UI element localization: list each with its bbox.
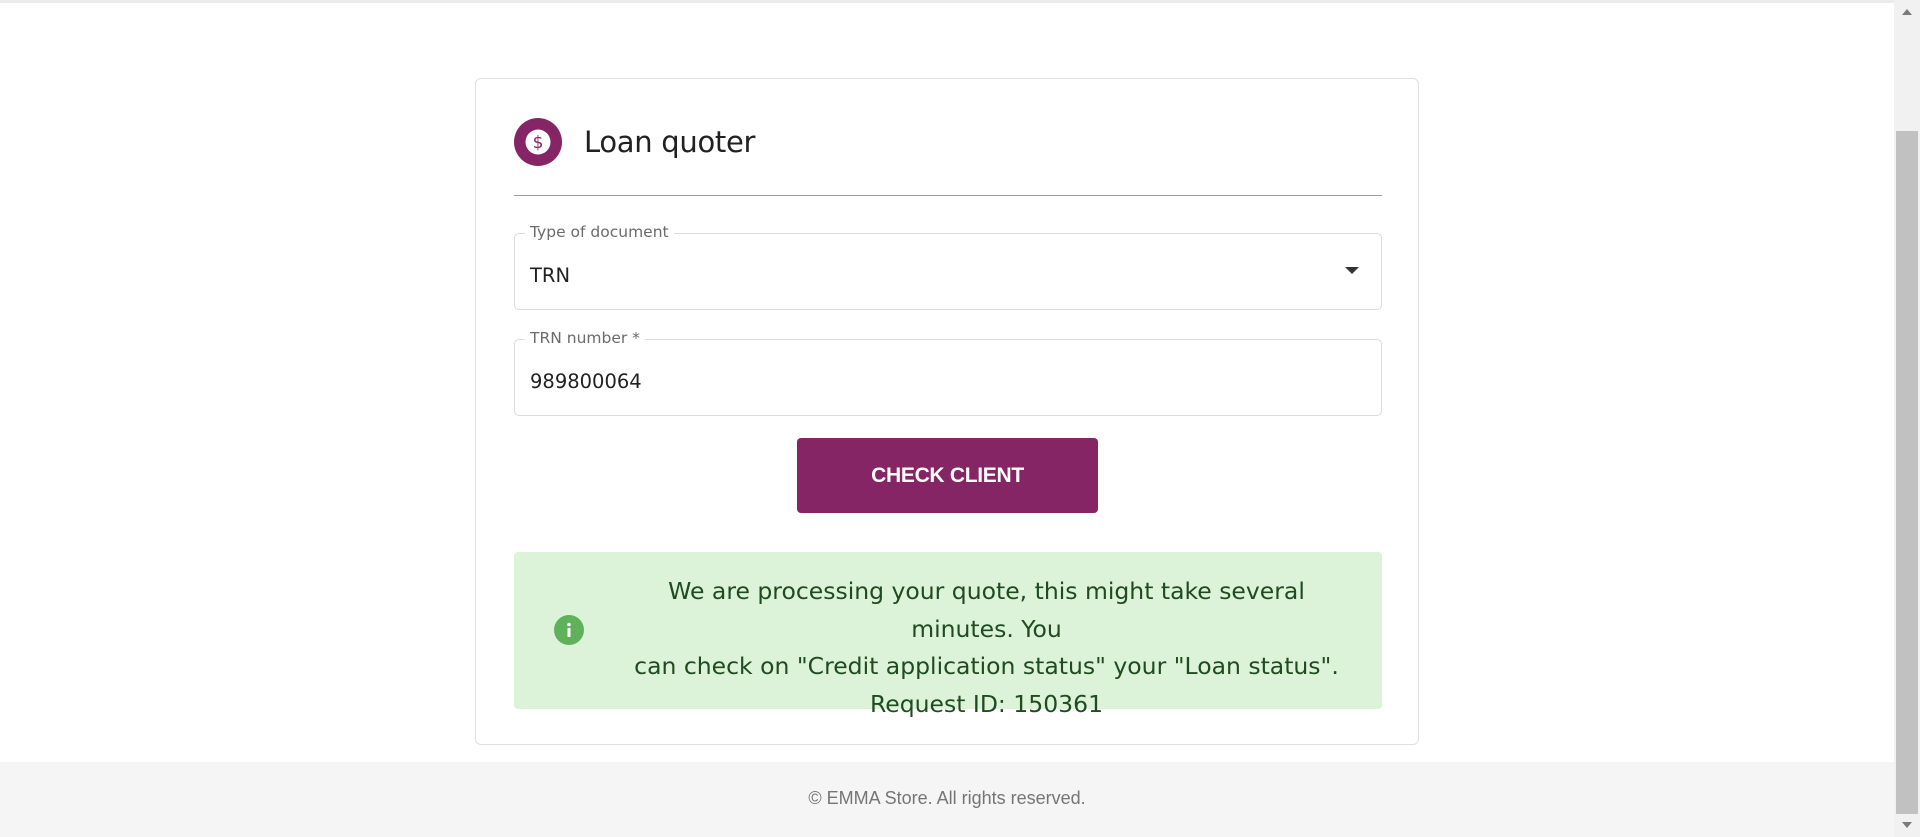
scrollbar-thumb[interactable] bbox=[1896, 131, 1918, 814]
header-divider bbox=[514, 195, 1382, 196]
document-type-label: Type of document bbox=[525, 223, 674, 241]
alert-message-line-1: We are processing your quote, this might… bbox=[668, 577, 1305, 643]
loan-quoter-card: $ Loan quoter Type of document TRN TRN n… bbox=[475, 78, 1419, 745]
request-id-text: Request ID: 150361 bbox=[869, 689, 1104, 718]
alert-message-line-2: can check on "Credit application status"… bbox=[634, 652, 1339, 680]
trn-number-label: TRN number * bbox=[525, 329, 645, 347]
document-type-value: TRN bbox=[530, 264, 571, 287]
trn-number-value[interactable]: 989800064 bbox=[530, 370, 642, 393]
svg-text:$: $ bbox=[533, 133, 544, 153]
copyright-text: © EMMA Store. All rights reserved. bbox=[808, 788, 1086, 808]
card-header: $ Loan quoter bbox=[514, 117, 755, 167]
page-title: Loan quoter bbox=[584, 125, 756, 159]
info-icon bbox=[554, 615, 584, 645]
scroll-down-arrow-icon[interactable] bbox=[1902, 822, 1912, 828]
check-client-button[interactable]: CHECK CLIENT bbox=[797, 438, 1098, 513]
scroll-up-arrow-icon[interactable] bbox=[1902, 9, 1912, 15]
dollar-circle-icon: $ bbox=[514, 118, 562, 166]
top-border bbox=[0, 0, 1894, 3]
vertical-scrollbar[interactable] bbox=[1894, 0, 1920, 837]
processing-alert: We are processing your quote, this might… bbox=[514, 552, 1382, 718]
trn-number-field[interactable]: TRN number * 989800064 bbox=[514, 329, 1382, 416]
caret-down-icon[interactable] bbox=[1345, 267, 1359, 274]
footer: © EMMA Store. All rights reserved. bbox=[0, 762, 1894, 837]
alert-message: We are processing your quote, this might… bbox=[614, 573, 1359, 723]
document-type-select[interactable]: Type of document TRN bbox=[514, 223, 1382, 310]
page-viewport: $ Loan quoter Type of document TRN TRN n… bbox=[0, 0, 1894, 837]
